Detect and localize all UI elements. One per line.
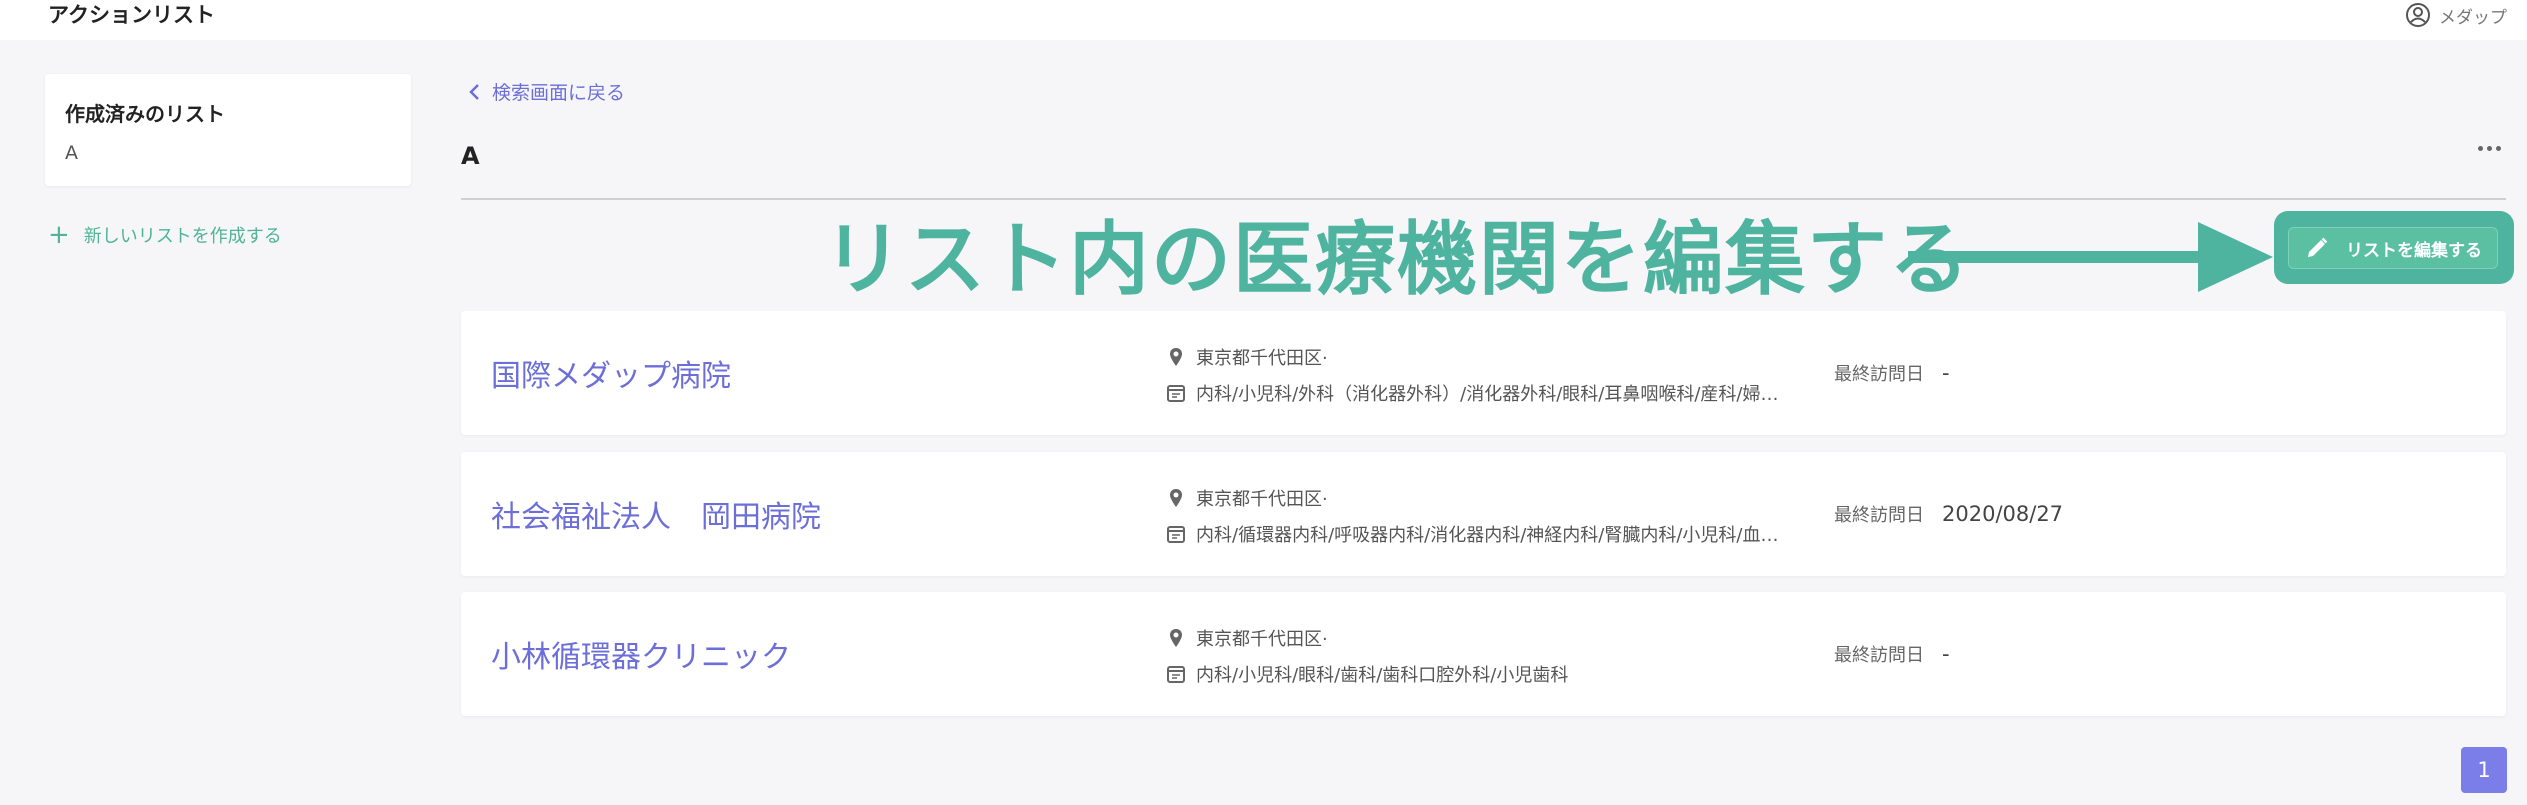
app-title: アクションリスト [48, 3, 215, 27]
edit-button-label: リストを編集する [2346, 240, 2482, 261]
address-text: 東京都千代田区· [1196, 489, 1328, 510]
hospital-info: 東京都千代田区· 内科/小児科/眼科/歯科/歯科口腔外科/小児歯科 [1166, 620, 1806, 692]
arrow-icon [1908, 222, 2273, 292]
departments-text: 内科/小児科/外科（消化器外科）/消化器外科/眼科/耳鼻咽喉科/産科/婦… [1196, 384, 1779, 405]
departments-row: 内科/小児科/外科（消化器外科）/消化器外科/眼科/耳鼻咽喉科/産科/婦… [1166, 375, 1806, 411]
address-text: 東京都千代田区· [1196, 348, 1328, 369]
last-visit: 最終訪問日 - [1834, 592, 1950, 716]
address-row: 東京都千代田区· [1166, 480, 1806, 516]
edit-button-highlight: リストを編集する [2274, 211, 2514, 284]
departments-row: 内科/循環器内科/呼吸器内科/消化器内科/神経内科/腎臓内科/小児科/血… [1166, 516, 1806, 552]
chevron-left-icon [469, 83, 479, 100]
hospital-name-link[interactable]: 国際メダップ病院 [491, 311, 731, 435]
hospital-name-link[interactable]: 小林循環器クリニック [491, 592, 791, 716]
divider [461, 198, 2506, 200]
hospital-card: 社会福祉法人 岡田病院 東京都千代田区· 内科/循環器内科/呼吸器内科/消化器内… [461, 452, 2506, 576]
address-row: 東京都千代田区· [1166, 620, 1806, 656]
hospital-card: 国際メダップ病院 東京都千代田区· 内科/小児科/外科（消化器外科）/消化器外科… [461, 311, 2506, 435]
new-list-label: 新しいリストを作成する [83, 226, 282, 247]
calendar-icon [1167, 666, 1185, 683]
hospital-card: 小林循環器クリニック 東京都千代田区· 内科/小児科/眼科/歯科/歯科口腔外科/… [461, 592, 2506, 716]
back-to-search-link[interactable]: 検索画面に戻る [468, 78, 625, 105]
back-label: 検索画面に戻る [492, 82, 626, 104]
calendar-icon [1167, 385, 1185, 402]
saved-lists-title: 作成済みのリスト [65, 102, 225, 126]
user-name: メダップ [2439, 7, 2507, 28]
last-visit-label: 最終訪問日 [1834, 645, 1924, 666]
top-bar: アクションリスト メダップ [0, 0, 2527, 40]
location-pin-icon [1170, 629, 1182, 647]
last-visit: 最終訪問日 - [1834, 311, 1950, 435]
hospital-info: 東京都千代田区· 内科/小児科/外科（消化器外科）/消化器外科/眼科/耳鼻咽喉科… [1166, 339, 1806, 411]
address-row: 東京都千代田区· [1166, 339, 1806, 375]
user-icon [2406, 3, 2430, 27]
more-options-icon[interactable] [2478, 146, 2501, 151]
hospital-info: 東京都千代田区· 内科/循環器内科/呼吸器内科/消化器内科/神経内科/腎臓内科/… [1166, 480, 1806, 552]
departments-row: 内科/小児科/眼科/歯科/歯科口腔外科/小児歯科 [1166, 656, 1806, 692]
pagination-page-button[interactable]: 1 [2461, 747, 2507, 793]
last-visit-value: - [1942, 642, 1950, 666]
pencil-icon [2308, 237, 2328, 257]
last-visit-label: 最終訪問日 [1834, 505, 1924, 526]
last-visit-value: - [1942, 361, 1950, 385]
saved-lists-panel: 作成済みのリスト A [45, 74, 411, 186]
new-list-button[interactable]: + 新しいリストを作成する [48, 222, 282, 248]
page-title: A [461, 142, 480, 170]
departments-text: 内科/循環器内科/呼吸器内科/消化器内科/神経内科/腎臓内科/小児科/血… [1196, 525, 1779, 546]
location-pin-icon [1170, 489, 1182, 507]
departments-text: 内科/小児科/眼科/歯科/歯科口腔外科/小児歯科 [1196, 665, 1569, 686]
location-pin-icon [1170, 348, 1182, 366]
last-visit: 最終訪問日 2020/08/27 [1834, 452, 2063, 576]
user-menu[interactable]: メダップ [2405, 0, 2507, 30]
hospital-name-link[interactable]: 社会福祉法人 岡田病院 [491, 452, 821, 576]
annotation-text: リスト内の医療機関を編集する [823, 213, 1971, 306]
calendar-icon [1167, 526, 1185, 543]
edit-list-button[interactable]: リストを編集する [2288, 227, 2498, 269]
last-visit-value: 2020/08/27 [1942, 502, 2064, 526]
address-text: 東京都千代田区· [1196, 629, 1328, 650]
plus-icon: + [48, 220, 70, 250]
sidebar-list-item-a[interactable]: A [65, 142, 78, 164]
last-visit-label: 最終訪問日 [1834, 364, 1924, 385]
